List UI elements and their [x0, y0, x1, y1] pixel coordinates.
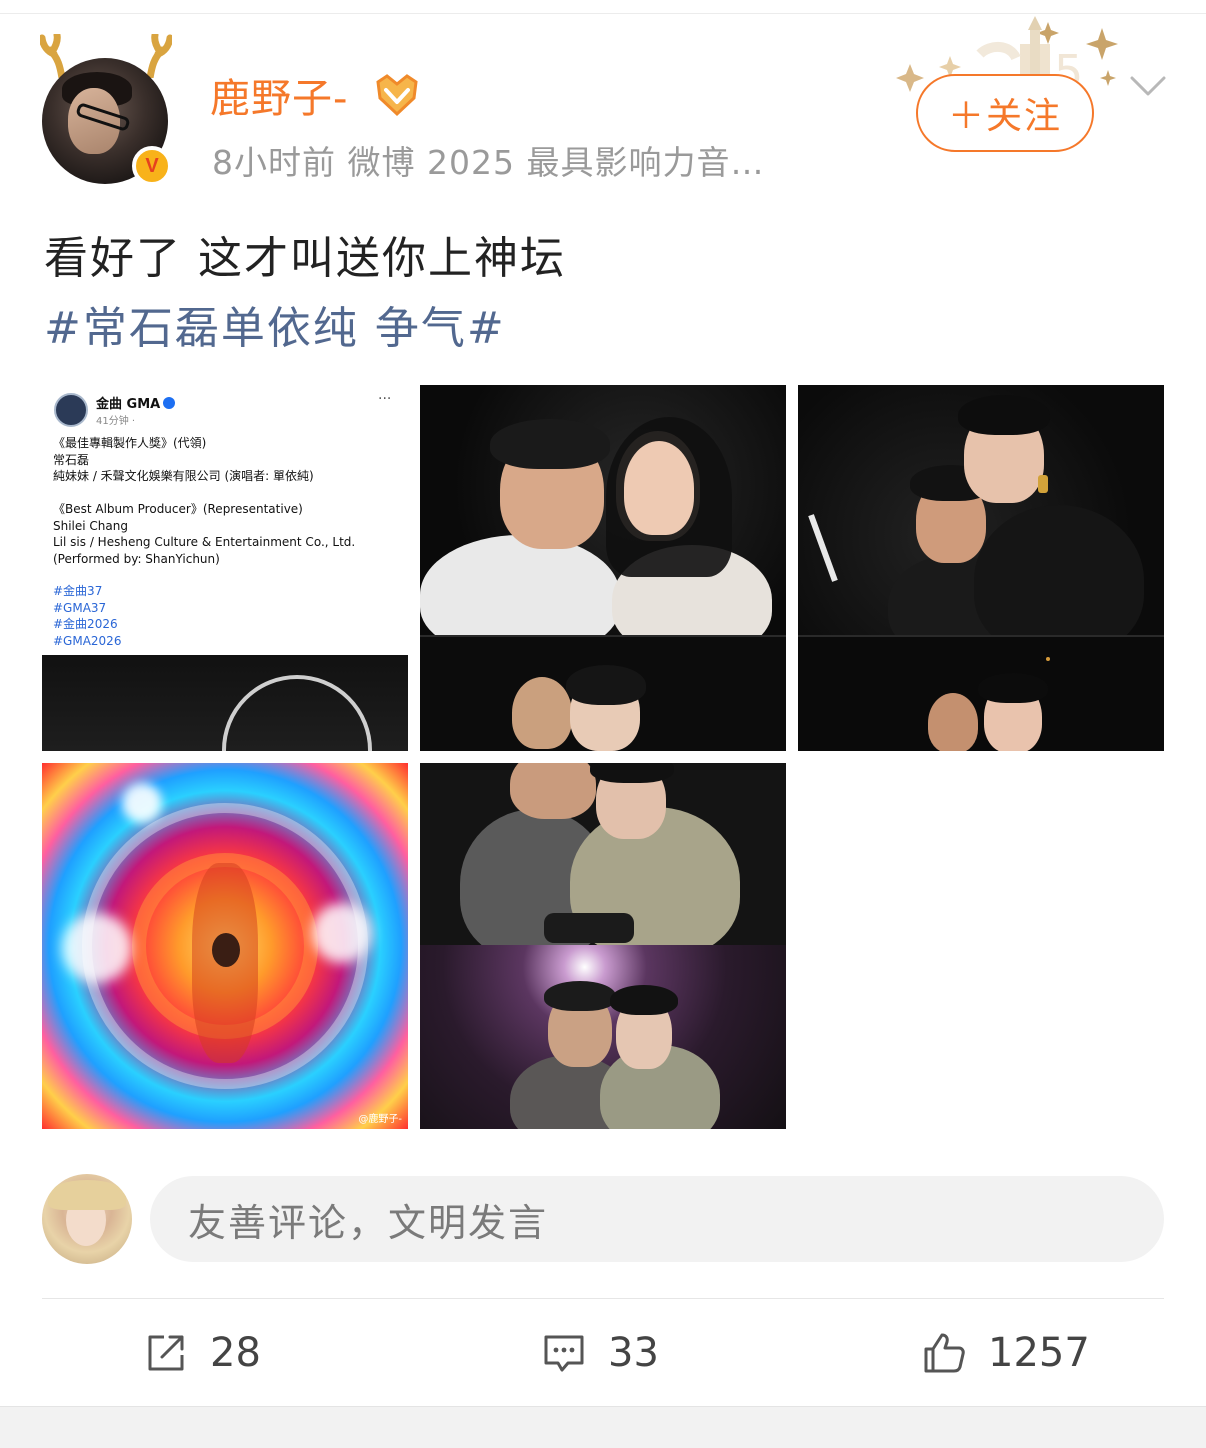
- post-image-gma-screenshot[interactable]: 金曲 GMA 41分钟 · ··· 《最佳專輯製作人獎》(代領) 常石磊 純妹妹…: [42, 385, 408, 751]
- like-count: 1257: [988, 1330, 1090, 1376]
- comment-bubble-icon: [544, 1335, 584, 1372]
- comment-button[interactable]: 33: [540, 1318, 659, 1388]
- gma-verified-icon: [163, 397, 175, 409]
- gma-stage-photo: [42, 655, 408, 751]
- repost-count: 28: [210, 1330, 261, 1376]
- comment-input[interactable]: 友善评论，文明发言: [150, 1176, 1164, 1262]
- post-image-artwork[interactable]: @鹿野子-: [42, 763, 408, 1129]
- gma-more-icon: ···: [378, 391, 392, 407]
- current-user-avatar[interactable]: [42, 1174, 132, 1264]
- repost-button[interactable]: 28: [142, 1318, 261, 1388]
- gma-award-text: 《最佳專輯製作人獎》(代領) 常石磊 純妹妹 / 禾聲文化娛樂有限公司 (演唱者…: [53, 436, 356, 566]
- image-watermark: @鹿野子-: [358, 1114, 402, 1125]
- share-square-icon: [148, 1335, 184, 1371]
- comment-count: 33: [608, 1330, 659, 1376]
- post-image-photo-pair-3[interactable]: [420, 763, 786, 1129]
- verified-v-icon: V: [132, 146, 172, 186]
- gma-hashtags: #金曲37 #GMA37 #金曲2026 #GMA2026: [53, 584, 122, 648]
- author-avatar[interactable]: V: [40, 34, 172, 190]
- top-divider: [0, 0, 1206, 14]
- gma-account-name: 金曲 GMA: [96, 397, 161, 412]
- topic-link[interactable]: #常石磊单依纯 争气#: [44, 292, 506, 356]
- gma-account-avatar: [54, 393, 88, 427]
- follow-button[interactable]: ＋关注: [916, 74, 1094, 152]
- action-divider: [42, 1298, 1164, 1299]
- chevron-down-icon[interactable]: [1128, 70, 1168, 100]
- post-image-photo-pair-1[interactable]: [420, 385, 786, 751]
- next-post-edge: [0, 1406, 1206, 1448]
- fan-medal-icon[interactable]: [374, 72, 420, 118]
- gma-post-time: 41分钟 ·: [96, 416, 136, 427]
- author-name[interactable]: 鹿野子-: [210, 66, 348, 124]
- like-button[interactable]: 1257: [920, 1318, 1090, 1388]
- post-text: 看好了 这才叫送你上神坛: [44, 233, 566, 284]
- post-image-photo-pair-2[interactable]: [798, 385, 1164, 751]
- thumbs-up-icon: [924, 1333, 965, 1373]
- post-meta: 8小时前 微博 2025 最具影响力音…: [212, 143, 765, 182]
